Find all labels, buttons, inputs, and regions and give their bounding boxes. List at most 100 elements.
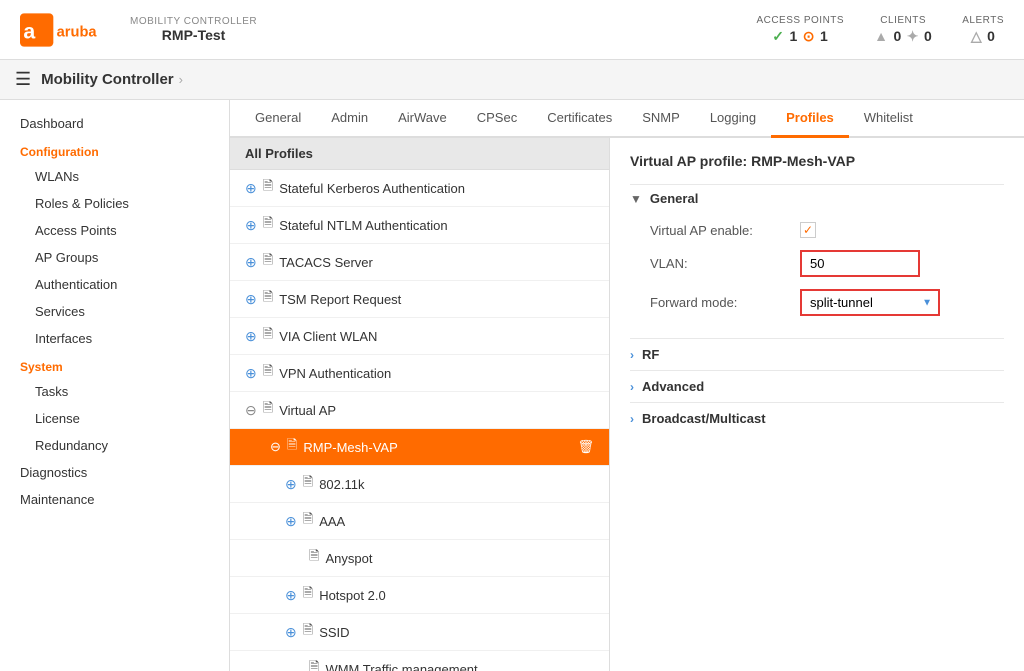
add-icon: ⊕ bbox=[285, 624, 297, 641]
profile-label: Virtual AP bbox=[279, 403, 336, 418]
profile-label: Stateful NTLM Authentication bbox=[279, 218, 447, 233]
sidebar-item-interfaces[interactable]: Interfaces bbox=[0, 325, 229, 352]
tab-snmp[interactable]: SNMP bbox=[627, 100, 695, 138]
sidebar-item-wlans[interactable]: WLANs bbox=[0, 163, 229, 190]
clients-user-count: 0 bbox=[924, 28, 932, 44]
sidebar-item-dashboard[interactable]: Dashboard bbox=[0, 110, 229, 137]
section-advanced-label: Advanced bbox=[642, 379, 704, 394]
file-icon: 🗎 bbox=[309, 547, 319, 569]
sidebar-item-ap-groups[interactable]: AP Groups bbox=[0, 244, 229, 271]
delete-icon[interactable]: 🗑 bbox=[577, 439, 594, 455]
ap-orange-count: 1 bbox=[820, 28, 828, 44]
list-item[interactable]: ⊕ 🗎 VIA Client WLAN bbox=[230, 318, 609, 355]
list-item[interactable]: ⊕ 🗎 Hotspot 2.0 bbox=[230, 577, 609, 614]
nav-bar: ☰ Mobility Controller › bbox=[0, 60, 1024, 100]
list-item[interactable]: 🗎 WMM Traffic management bbox=[230, 651, 609, 671]
section-general-header[interactable]: ▼ General bbox=[630, 184, 1004, 212]
list-item[interactable]: ⊕ 🗎 TSM Report Request bbox=[230, 281, 609, 318]
profile-label: RMP-Mesh-VAP bbox=[303, 440, 397, 455]
form-row-vlan: VLAN: bbox=[650, 250, 984, 277]
section-broadcast-label: Broadcast/Multicast bbox=[642, 411, 766, 426]
nav-arrow-icon: › bbox=[179, 72, 183, 87]
clients-user-icon: ✦ bbox=[907, 28, 919, 45]
forward-mode-label: Forward mode: bbox=[650, 295, 780, 310]
clients-stat: CLIENTS ▲ 0 ✦ 0 bbox=[874, 15, 932, 45]
tab-cpsec[interactable]: CPSec bbox=[462, 100, 532, 138]
list-item[interactable]: ⊖ 🗎 Virtual AP bbox=[230, 392, 609, 429]
add-icon: ⊕ bbox=[285, 513, 297, 530]
sidebar-item-access-points[interactable]: Access Points bbox=[0, 217, 229, 244]
ap-ok-icon: ✓ bbox=[772, 28, 784, 45]
list-item-active[interactable]: ⊖ 🗎 RMP-Mesh-VAP 🗑 bbox=[230, 429, 609, 466]
access-points-stat: ACCESS POINTS ✓ 1 ⊙ 1 bbox=[756, 15, 844, 45]
sidebar-item-maintenance[interactable]: Maintenance bbox=[0, 486, 229, 513]
ap-warn-icon: ⊙ bbox=[803, 28, 815, 45]
tab-profiles[interactable]: Profiles bbox=[771, 100, 849, 138]
profiles-panel: All Profiles ⊕ 🗎 Stateful Kerberos Authe… bbox=[230, 138, 610, 671]
vlan-label: VLAN: bbox=[650, 256, 780, 271]
profile-label: AAA bbox=[319, 514, 345, 529]
file-icon: 🗎 bbox=[263, 362, 273, 384]
tab-admin[interactable]: Admin bbox=[316, 100, 383, 138]
tab-general[interactable]: General bbox=[240, 100, 316, 138]
header-stats: ACCESS POINTS ✓ 1 ⊙ 1 CLIENTS ▲ 0 ✦ 0 AL… bbox=[756, 15, 1004, 45]
svg-text:aruba: aruba bbox=[57, 24, 98, 40]
sidebar: Dashboard Configuration WLANs Roles & Po… bbox=[0, 100, 230, 671]
list-item[interactable]: 🗎 Anyspot bbox=[230, 540, 609, 577]
alert-icon: △ bbox=[971, 28, 982, 45]
controller-name: RMP-Test bbox=[162, 27, 226, 43]
list-item[interactable]: ⊕ 🗎 TACACS Server bbox=[230, 244, 609, 281]
profile-label: Stateful Kerberos Authentication bbox=[279, 181, 465, 196]
chevron-right-icon: › bbox=[630, 412, 634, 426]
section-broadcast-header[interactable]: › Broadcast/Multicast bbox=[630, 402, 1004, 434]
sidebar-section-configuration[interactable]: Configuration bbox=[0, 137, 229, 163]
chevron-down-icon: ▼ bbox=[630, 192, 642, 206]
header: a aruba MOBILITY CONTROLLER RMP-Test ACC… bbox=[0, 0, 1024, 60]
profile-label: WMM Traffic management bbox=[325, 662, 477, 671]
list-item[interactable]: ⊕ 🗎 Stateful Kerberos Authentication bbox=[230, 170, 609, 207]
virtual-ap-enable-label: Virtual AP enable: bbox=[650, 223, 780, 238]
add-icon: ⊕ bbox=[245, 365, 257, 382]
sidebar-item-license[interactable]: License bbox=[0, 405, 229, 432]
sidebar-item-roles-policies[interactable]: Roles & Policies bbox=[0, 190, 229, 217]
tab-certificates[interactable]: Certificates bbox=[532, 100, 627, 138]
section-advanced-header[interactable]: › Advanced bbox=[630, 370, 1004, 402]
file-icon: 🗎 bbox=[287, 436, 297, 458]
profile-label: SSID bbox=[319, 625, 349, 640]
controller-info: MOBILITY CONTROLLER RMP-Test bbox=[130, 16, 257, 43]
nav-title: Mobility Controller bbox=[41, 71, 174, 88]
chevron-right-icon: › bbox=[630, 380, 634, 394]
sidebar-section-system[interactable]: System bbox=[0, 352, 229, 378]
sidebar-item-redundancy[interactable]: Redundancy bbox=[0, 432, 229, 459]
virtual-ap-enable-value: ✓ bbox=[800, 222, 816, 238]
section-general-content: Virtual AP enable: ✓ VLAN: Forward mode: bbox=[630, 212, 1004, 338]
vlan-input[interactable] bbox=[800, 250, 920, 277]
list-item[interactable]: ⊕ 🗎 802.11k bbox=[230, 466, 609, 503]
virtual-ap-enable-checkbox[interactable]: ✓ bbox=[800, 222, 816, 238]
profile-label: TACACS Server bbox=[279, 255, 373, 270]
forward-mode-select[interactable]: split-tunnel tunnel bridge split-bridge … bbox=[800, 289, 940, 316]
chevron-right-icon: › bbox=[630, 348, 634, 362]
form-row-forward-mode: Forward mode: split-tunnel tunnel bridge… bbox=[650, 289, 984, 316]
file-icon: 🗎 bbox=[303, 621, 313, 643]
tab-airwave[interactable]: AirWave bbox=[383, 100, 462, 138]
sidebar-item-authentication[interactable]: Authentication bbox=[0, 271, 229, 298]
list-item[interactable]: ⊕ 🗎 Stateful NTLM Authentication bbox=[230, 207, 609, 244]
vlan-value bbox=[800, 250, 920, 277]
file-icon: 🗎 bbox=[303, 510, 313, 532]
sidebar-item-diagnostics[interactable]: Diagnostics bbox=[0, 459, 229, 486]
tab-whitelist[interactable]: Whitelist bbox=[849, 100, 928, 138]
list-item[interactable]: ⊕ 🗎 VPN Authentication bbox=[230, 355, 609, 392]
minus-icon: ⊖ bbox=[270, 439, 281, 455]
list-item[interactable]: ⊕ 🗎 AAA bbox=[230, 503, 609, 540]
sidebar-item-tasks[interactable]: Tasks bbox=[0, 378, 229, 405]
tab-logging[interactable]: Logging bbox=[695, 100, 771, 138]
section-rf-header[interactable]: › RF bbox=[630, 338, 1004, 370]
panels: All Profiles ⊕ 🗎 Stateful Kerberos Authe… bbox=[230, 138, 1024, 671]
access-points-label: ACCESS POINTS bbox=[756, 15, 844, 26]
sidebar-item-services[interactable]: Services bbox=[0, 298, 229, 325]
hamburger-icon[interactable]: ☰ bbox=[15, 69, 31, 90]
list-item[interactable]: ⊕ 🗎 SSID bbox=[230, 614, 609, 651]
clients-wifi-icon: ▲ bbox=[874, 28, 888, 44]
file-icon: 🗎 bbox=[263, 288, 273, 310]
